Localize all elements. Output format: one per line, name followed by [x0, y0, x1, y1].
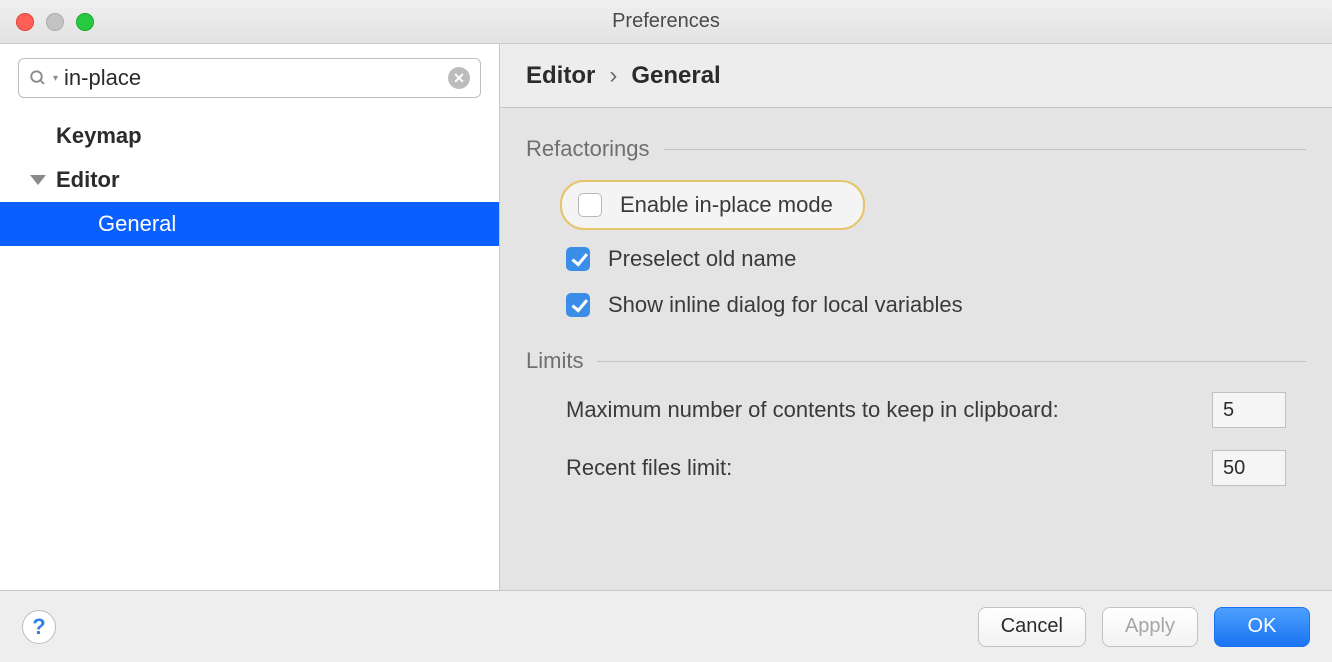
option-label: Show inline dialog for local variables	[608, 292, 963, 318]
divider	[664, 149, 1306, 150]
dialog-footer: ? Cancel Apply OK	[0, 590, 1332, 662]
sidebar-item-label: Editor	[56, 167, 120, 193]
breadcrumb-current: General	[631, 62, 720, 90]
limit-recent-files: Recent files limit:	[566, 450, 1306, 486]
section-header-refactorings: Refactorings	[526, 136, 1306, 162]
search-field[interactable]: ▾ ✕	[18, 58, 481, 98]
sidebar-item-label: General	[30, 211, 176, 237]
window-title: Preferences	[0, 10, 1332, 33]
sidebar-item-editor[interactable]: Editor	[0, 158, 499, 202]
recent-files-limit-input[interactable]	[1212, 450, 1286, 486]
checkbox-enable-in-place[interactable]	[578, 193, 602, 217]
cancel-button[interactable]: Cancel	[978, 607, 1086, 647]
limit-label: Maximum number of contents to keep in cl…	[566, 397, 1059, 423]
content-panel: Editor › General Refactorings Enable in-…	[500, 44, 1332, 590]
sidebar: ▾ ✕ Keymap Editor General	[0, 44, 500, 590]
limit-clipboard: Maximum number of contents to keep in cl…	[566, 392, 1306, 428]
sidebar-item-general[interactable]: General	[0, 202, 499, 246]
titlebar: Preferences	[0, 0, 1332, 44]
close-window-button[interactable]	[16, 13, 34, 31]
help-button[interactable]: ?	[22, 610, 56, 644]
option-label: Enable in-place mode	[620, 192, 833, 218]
apply-button[interactable]: Apply	[1102, 607, 1198, 647]
search-icon	[29, 69, 47, 87]
section-header-limits: Limits	[526, 348, 1306, 374]
settings-tree: Keymap Editor General	[0, 108, 499, 246]
option-enable-in-place[interactable]: Enable in-place mode	[560, 180, 865, 230]
sidebar-item-keymap[interactable]: Keymap	[0, 114, 499, 158]
breadcrumb-parent[interactable]: Editor	[526, 62, 595, 90]
search-input[interactable]	[64, 65, 448, 91]
ok-button[interactable]: OK	[1214, 607, 1310, 647]
window-controls	[16, 13, 94, 31]
minimize-window-button[interactable]	[46, 13, 64, 31]
sidebar-item-label: Keymap	[56, 123, 142, 149]
option-label: Preselect old name	[608, 246, 796, 272]
limit-label: Recent files limit:	[566, 455, 732, 481]
disclosure-triangle-icon[interactable]	[30, 175, 46, 185]
clear-search-button[interactable]: ✕	[448, 67, 470, 89]
checkbox-show-inline-dialog[interactable]	[566, 293, 590, 317]
section-title: Refactorings	[526, 136, 650, 162]
help-icon: ?	[32, 614, 45, 640]
maximize-window-button[interactable]	[76, 13, 94, 31]
section-title: Limits	[526, 348, 583, 374]
chevron-right-icon: ›	[609, 62, 617, 90]
clipboard-limit-input[interactable]	[1212, 392, 1286, 428]
divider	[597, 361, 1306, 362]
chevron-down-icon[interactable]: ▾	[53, 73, 58, 84]
breadcrumb: Editor › General	[500, 44, 1332, 108]
option-show-inline-dialog[interactable]: Show inline dialog for local variables	[566, 292, 1306, 318]
option-preselect-old-name[interactable]: Preselect old name	[566, 246, 1306, 272]
checkbox-preselect-old-name[interactable]	[566, 247, 590, 271]
